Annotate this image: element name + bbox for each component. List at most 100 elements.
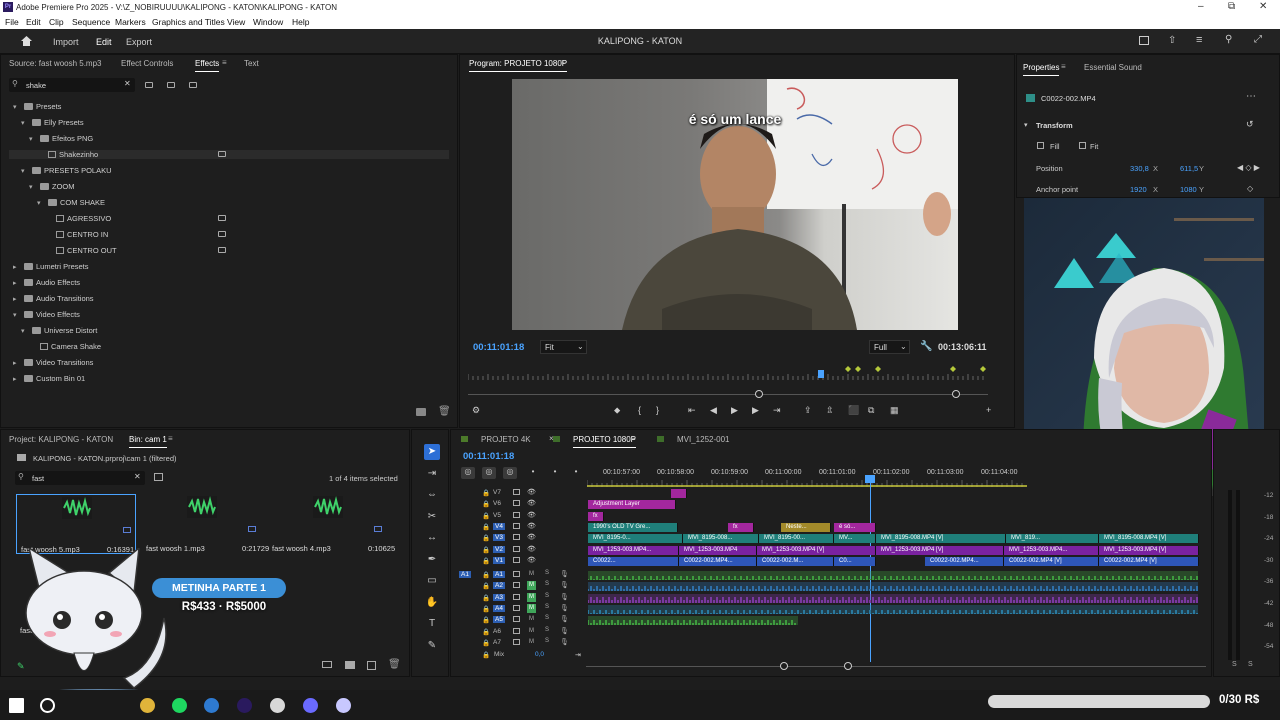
bin-item-card[interactable]: fast woosh 5.mp3 0:16391 bbox=[16, 494, 136, 554]
go-to-out-icon[interactable]: ⇥ bbox=[773, 405, 781, 416]
ruler-ticks[interactable] bbox=[586, 479, 1027, 487]
lock-icon[interactable]: 🔒 bbox=[482, 594, 490, 602]
solo-button[interactable]: S bbox=[545, 570, 549, 576]
premiere-icon[interactable] bbox=[237, 698, 252, 713]
mix-value[interactable]: 0,0 bbox=[535, 651, 544, 658]
program-video-frame[interactable]: é só um lance bbox=[512, 79, 958, 330]
sync-lock-icon[interactable] bbox=[513, 605, 520, 611]
tab-essential-sound[interactable]: Essential Sound bbox=[1084, 63, 1142, 72]
fill-icon[interactable] bbox=[1037, 142, 1044, 149]
chevron-right-icon[interactable]: ▸ bbox=[13, 263, 21, 271]
spotify-icon[interactable] bbox=[172, 698, 187, 713]
lock-icon[interactable]: 🔒 bbox=[482, 651, 490, 659]
microphone-icon[interactable]: 🎙 bbox=[560, 570, 569, 578]
linked-selection-icon[interactable]: ◎ bbox=[503, 467, 517, 479]
clip-v3[interactable]: MV... bbox=[834, 534, 876, 544]
track-target-v2[interactable]: V2 bbox=[493, 545, 505, 553]
mute-button[interactable]: M bbox=[527, 638, 536, 647]
new-bin-bottom-icon[interactable] bbox=[345, 661, 355, 669]
panel-menu-icon[interactable]: ≡ bbox=[168, 434, 173, 443]
clip-v2[interactable]: MVI_1253-003.MP4 bbox=[679, 545, 757, 555]
captions-icon[interactable]: • bbox=[569, 467, 583, 479]
lock-icon[interactable]: 🔒 bbox=[482, 616, 490, 624]
lock-icon[interactable]: 🔒 bbox=[482, 571, 490, 579]
tab-bin-cam1[interactable]: Bin: cam 1 bbox=[129, 435, 167, 448]
share-icon[interactable]: ⇧ bbox=[1168, 35, 1176, 46]
fit-icon[interactable] bbox=[1079, 142, 1086, 149]
sync-lock-icon[interactable] bbox=[513, 534, 520, 541]
tab-properties[interactable]: Properties bbox=[1023, 63, 1060, 76]
bin-search-box[interactable]: ⚲ fast ✕ bbox=[15, 471, 145, 485]
clip-v1[interactable]: C0022-002.MP4... bbox=[679, 556, 757, 566]
effects-folder[interactable]: ▸ Lumetri Presets bbox=[13, 262, 89, 271]
adjustment-layer-clip[interactable]: Adjustment Layer bbox=[588, 500, 676, 510]
effects-folder[interactable]: ▸ Custom Bin 01 bbox=[13, 374, 85, 383]
eye-icon[interactable]: 👁 bbox=[527, 545, 536, 553]
sync-lock-icon[interactable] bbox=[513, 545, 520, 552]
export-frame-icon[interactable]: ⬛ bbox=[848, 405, 859, 416]
chevron-down-icon[interactable]: ▾ bbox=[13, 311, 21, 319]
lock-icon[interactable]: 🔒 bbox=[482, 639, 490, 647]
clip-v2[interactable]: MVI_1253-003.MP4 [V] bbox=[757, 545, 876, 555]
sync-lock-icon[interactable] bbox=[513, 638, 520, 645]
tab-sequence[interactable]: PROJETO 1080P bbox=[573, 435, 636, 448]
bin-item-card[interactable]: fast woosh 1.mp3 0:21729 bbox=[142, 494, 269, 554]
track-target-v5[interactable]: V5 bbox=[493, 512, 501, 519]
chevron-down-icon[interactable]: ▾ bbox=[29, 135, 37, 143]
extract-icon[interactable]: ⇫ bbox=[826, 405, 834, 416]
new-bin-icon[interactable] bbox=[416, 408, 426, 416]
panel-menu-icon[interactable]: ≡ bbox=[560, 58, 565, 67]
lock-icon[interactable]: 🔒 bbox=[482, 523, 490, 531]
scroll-handle-right[interactable] bbox=[952, 390, 960, 398]
reset-icon[interactable]: ↺ bbox=[1246, 119, 1254, 130]
lift-icon[interactable]: ⇪ bbox=[804, 405, 812, 416]
microphone-icon[interactable]: 🎙 bbox=[560, 615, 569, 623]
solo-button[interactable]: S bbox=[545, 627, 549, 633]
scroll-handle-left[interactable] bbox=[755, 390, 763, 398]
clip-v3[interactable]: MVI_8195-008... bbox=[683, 534, 759, 544]
clip-v2[interactable]: MVI_1253-003.MP4... bbox=[588, 545, 679, 555]
mute-button[interactable]: M bbox=[527, 581, 536, 591]
tab-effects[interactable]: Effects bbox=[195, 59, 220, 72]
fullscreen-icon[interactable]: ⤢ bbox=[1254, 34, 1262, 45]
keyframe-nav-icon[interactable]: ◀ ◇ ▶ bbox=[1237, 163, 1260, 172]
play-icon[interactable]: ▶ bbox=[731, 405, 738, 416]
layout-icon[interactable] bbox=[1139, 36, 1149, 45]
effects-folder[interactable]: ▾ COM SHAKE bbox=[37, 198, 105, 207]
mute-button[interactable]: M bbox=[527, 570, 536, 579]
nest-icon[interactable]: ◎ bbox=[461, 467, 475, 479]
audio-clip-a2[interactable] bbox=[587, 582, 1198, 592]
type-tool-icon[interactable]: T bbox=[424, 616, 440, 632]
transform-section[interactable]: Transform bbox=[1036, 121, 1073, 130]
clip-v3[interactable]: MVI_8195-008.MP4 [V] bbox=[1099, 534, 1199, 544]
timeline-scrollbar[interactable] bbox=[586, 666, 1206, 667]
lock-icon[interactable]: 🔒 bbox=[482, 582, 490, 590]
panel-menu-icon[interactable]: ≡ bbox=[222, 58, 227, 67]
track-target-a7[interactable]: A7 bbox=[493, 639, 501, 646]
panel-menu-icon[interactable]: ≡ bbox=[631, 434, 636, 443]
eye-icon[interactable]: 👁 bbox=[527, 533, 536, 541]
new-item-icon[interactable] bbox=[367, 661, 376, 670]
track-target-a1[interactable]: A1 bbox=[493, 571, 505, 579]
track-target-a3[interactable]: A3 bbox=[493, 593, 505, 601]
track-target-a5[interactable]: A5 bbox=[493, 616, 505, 624]
go-to-in-icon[interactable]: ⇤ bbox=[688, 405, 696, 416]
clip-v2[interactable]: MVI_1253-003.MP4... bbox=[1004, 545, 1099, 555]
microphone-icon[interactable]: 🎙 bbox=[560, 638, 569, 646]
solo-right[interactable]: S bbox=[1248, 661, 1253, 668]
clip-v1[interactable]: C0022-002.MP4 [V] bbox=[1099, 556, 1199, 566]
fit-button[interactable]: Fit bbox=[1090, 142, 1098, 151]
chevron-right-icon[interactable]: ▸ bbox=[13, 375, 21, 383]
effects-folder[interactable]: ▸ Video Transitions bbox=[13, 358, 93, 367]
zoom-fit-select[interactable]: Fit ⌄ bbox=[540, 340, 587, 354]
add-button-icon[interactable]: + bbox=[986, 405, 991, 415]
lock-icon[interactable]: 🔒 bbox=[482, 489, 490, 497]
tab-sequence[interactable]: MVI_1252-001 bbox=[677, 435, 729, 444]
effects-folder[interactable]: ▾ ZOOM bbox=[29, 182, 75, 191]
caption-tool-icon[interactable]: ✎ bbox=[424, 638, 440, 654]
effects-preset[interactable]: CENTRO IN bbox=[45, 230, 108, 239]
go-to-end-icon[interactable]: ⇥ bbox=[575, 651, 581, 659]
clip-v1[interactable]: C0022... bbox=[588, 556, 679, 566]
source-patch-a1[interactable]: A1 bbox=[459, 571, 471, 579]
track-target-v1[interactable]: V1 bbox=[493, 556, 505, 564]
